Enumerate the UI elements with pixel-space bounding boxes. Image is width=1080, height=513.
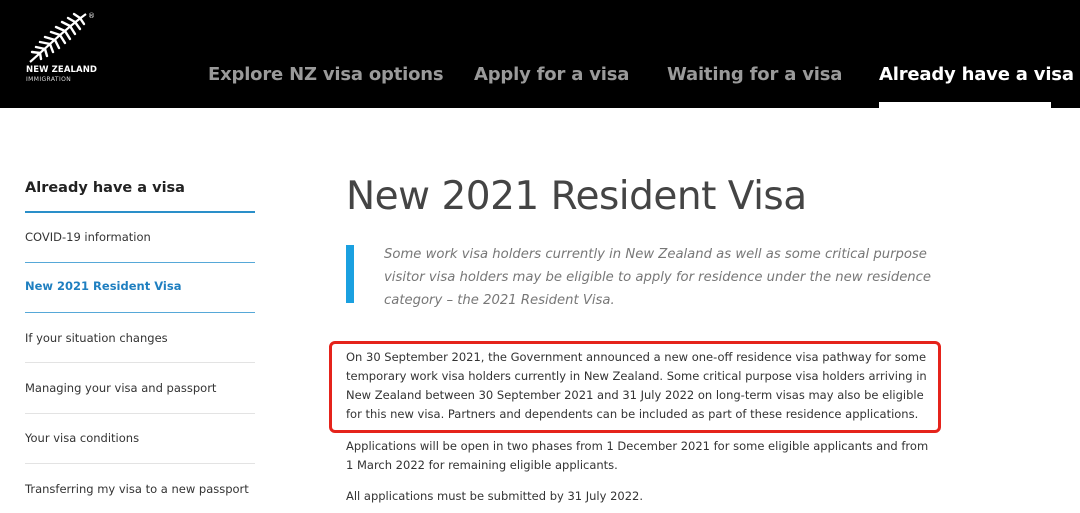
sidebar-item-new-2021-resident-visa[interactable]: New 2021 Resident Visa: [25, 262, 255, 313]
sidebar-item-label: COVID-19 information: [25, 230, 151, 244]
logo-brand-text: NEW ZEALAND: [26, 65, 98, 75]
sidebar-item-if-situation-changes[interactable]: If your situation changes: [25, 312, 255, 363]
body-paragraph-announcement: On 30 September 2021, the Government ann…: [346, 350, 927, 421]
intro-text: Some work visa holders currently in New …: [384, 247, 932, 308]
logo-sub-text: IMMIGRATION: [26, 76, 72, 83]
nav-already-have-visa[interactable]: Already have a visa: [879, 64, 1074, 85]
sidebar-item-label: New 2021 Resident Visa: [25, 279, 182, 293]
site-header: ® NEW ZEALAND IMMIGRATION Explore NZ vis…: [0, 0, 1080, 108]
sidebar-item-label: If your situation changes: [25, 331, 168, 345]
sidebar-item-covid-19-information[interactable]: COVID-19 information: [25, 212, 255, 263]
nz-immigration-logo[interactable]: ® NEW ZEALAND IMMIGRATION: [24, 12, 104, 84]
body-paragraph-phases: Applications will be open in two phases …: [346, 439, 929, 472]
nav-apply-for-visa[interactable]: Apply for a visa: [474, 64, 629, 85]
sidebar-item-label: Managing your visa and passport: [25, 381, 217, 395]
intro-quote-bar: [346, 245, 354, 303]
silver-fern-icon: [29, 12, 87, 63]
active-nav-indicator: [879, 102, 1051, 108]
sidebar-item-label: Transferring my visa to a new passport: [25, 482, 249, 496]
body-paragraph-deadline: All applications must be submitted by 31…: [346, 489, 644, 503]
nav-explore-visa-options[interactable]: Explore NZ visa options: [208, 64, 444, 85]
sidebar-item-transferring-visa[interactable]: Transferring my visa to a new passport: [25, 464, 255, 513]
registered-mark: ®: [88, 12, 95, 20]
page-title: New 2021 Resident Visa: [346, 174, 807, 219]
sidebar-item-label: Your visa conditions: [25, 431, 140, 445]
sidebar-item-managing-visa-passport[interactable]: Managing your visa and passport: [25, 363, 255, 414]
sidebar-item-visa-conditions[interactable]: Your visa conditions: [25, 413, 255, 464]
nav-waiting-for-visa[interactable]: Waiting for a visa: [667, 64, 842, 85]
sidebar-title: Already have a visa: [25, 180, 185, 196]
